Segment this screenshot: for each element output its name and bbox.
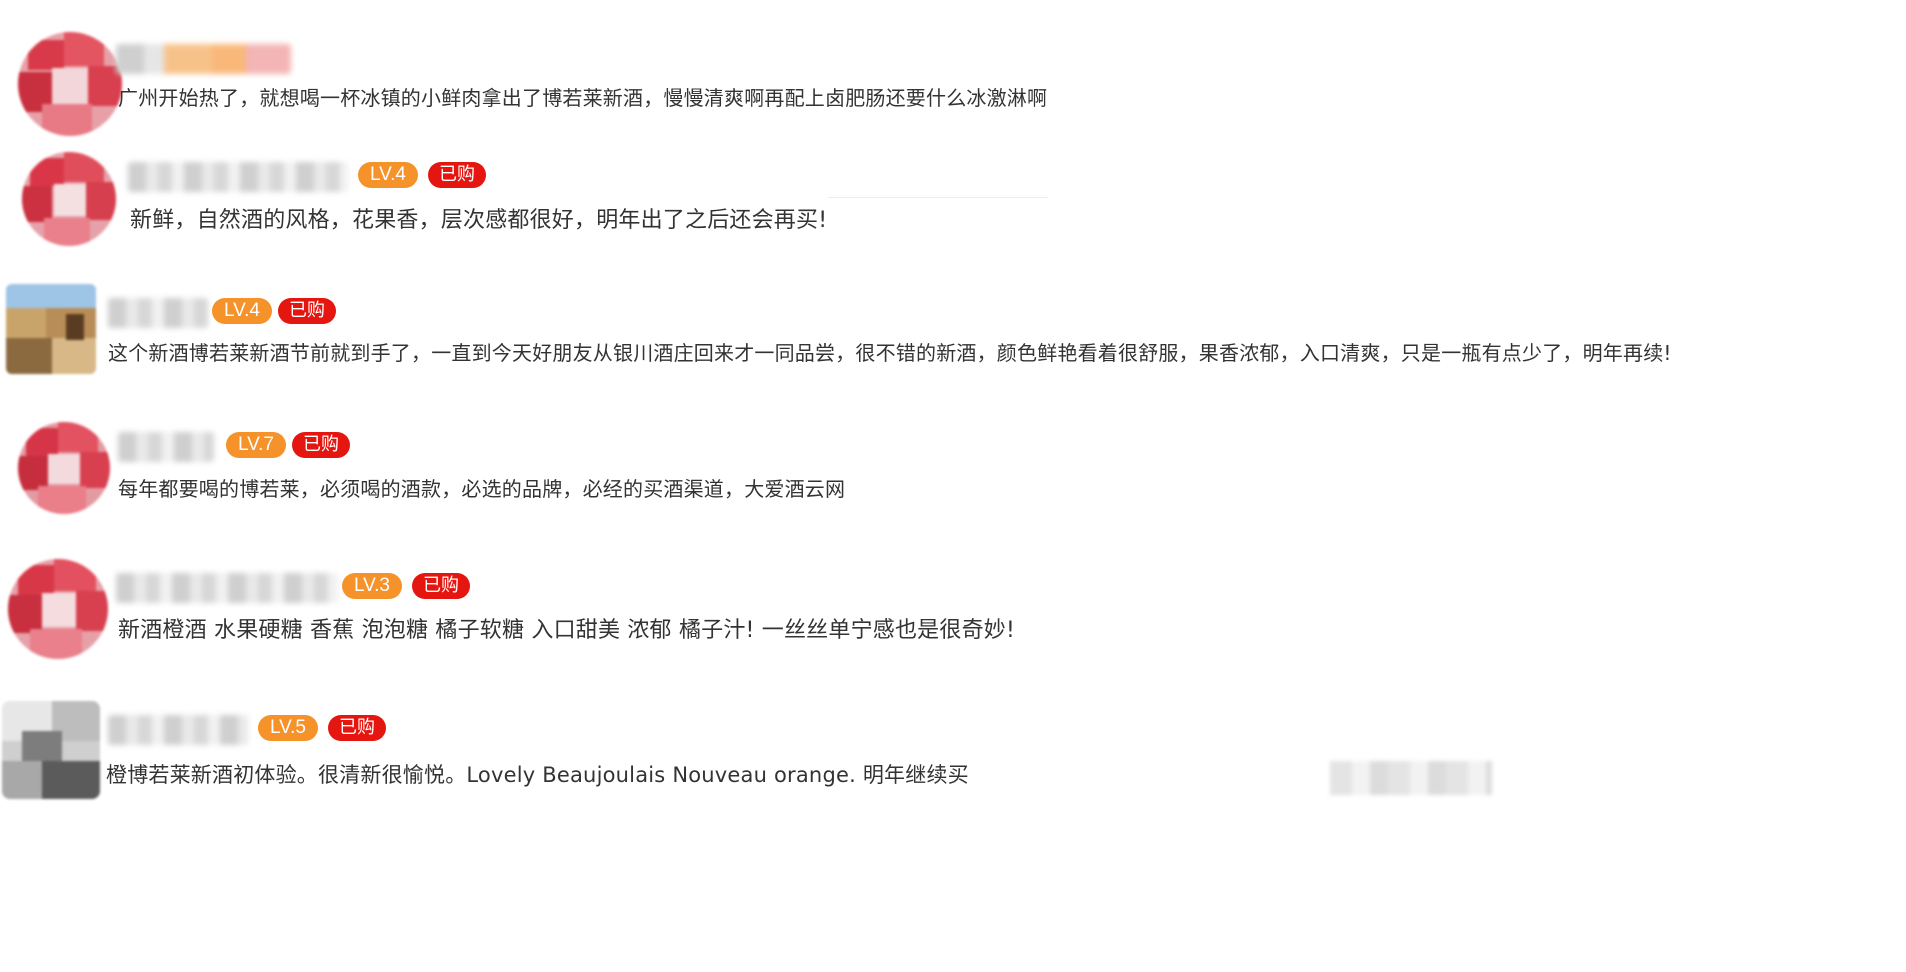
user-avatar[interactable]: [2, 701, 100, 799]
username-blurred[interactable]: [118, 432, 214, 462]
divider: [828, 197, 1048, 198]
comment-text: 橙博若莱新酒初体验。很清新很愉悦。Lovely Beaujoulais Nouv…: [106, 763, 969, 787]
comment-item: LV.3 已购 新酒橙酒 水果硬糖 香蕉 泡泡糖 橘子软糖 入口甜美 浓郁 橘子…: [0, 545, 1906, 685]
user-avatar[interactable]: [8, 559, 108, 659]
username-blurred[interactable]: [116, 573, 338, 603]
user-avatar[interactable]: [22, 152, 116, 246]
username-blurred[interactable]: [108, 298, 208, 328]
purchased-badge: 已购: [412, 573, 470, 599]
username-blurred[interactable]: [108, 715, 248, 745]
comment-item: LV.7 已购 每年都要喝的博若莱，必须喝的酒款，必选的品牌，必经的买酒渠道，大…: [0, 410, 1906, 545]
purchased-badge: 已购: [292, 432, 350, 458]
comment-text: 广州开始热了，就想喝一杯冰镇的小鲜肉拿出了博若莱新酒，慢慢清爽啊再配上卤肥肠还要…: [118, 86, 1048, 110]
username-blurred[interactable]: [116, 44, 291, 74]
comment-item: LV.5 已购 橙博若莱新酒初体验。很清新很愉悦。Lovely Beaujoul…: [0, 685, 1906, 972]
level-badge: LV.3: [342, 573, 402, 599]
comment-item: LV.4 已购 这个新酒博若莱新酒节前就到手了，一直到今天好朋友从银川酒庄回来才…: [0, 270, 1906, 410]
comment-text: 新鲜，自然酒的风格，花果香，层次感都很好，明年出了之后还会再买!: [130, 208, 828, 233]
comment-text: 这个新酒博若莱新酒节前就到手了，一直到今天好朋友从银川酒庄回来才一同品尝，很不错…: [108, 341, 1672, 365]
comment-item: 广州开始热了，就想喝一杯冰镇的小鲜肉拿出了博若莱新酒，慢慢清爽啊再配上卤肥肠还要…: [0, 0, 1906, 140]
watermark-blurred: [1330, 761, 1492, 795]
level-badge: LV.4: [358, 162, 418, 188]
user-avatar[interactable]: [18, 422, 110, 514]
level-badge: LV.5: [258, 715, 318, 741]
purchased-badge: 已购: [428, 162, 486, 188]
level-badge: LV.4: [212, 298, 272, 324]
level-badge: LV.7: [226, 432, 286, 458]
comment-text: 每年都要喝的博若莱，必须喝的酒款，必选的品牌，必经的买酒渠道，大爱酒云网: [118, 477, 846, 501]
user-avatar[interactable]: [18, 32, 122, 136]
username-blurred[interactable]: [128, 162, 348, 192]
comment-text: 新酒橙酒 水果硬糖 香蕉 泡泡糖 橘子软糖 入口甜美 浓郁 橘子汁! 一丝丝单宁…: [118, 618, 1015, 643]
purchased-badge: 已购: [278, 298, 336, 324]
user-avatar[interactable]: [6, 284, 96, 374]
comment-item: LV.4 已购 新鲜，自然酒的风格，花果香，层次感都很好，明年出了之后还会再买!: [0, 140, 1906, 270]
purchased-badge: 已购: [328, 715, 386, 741]
